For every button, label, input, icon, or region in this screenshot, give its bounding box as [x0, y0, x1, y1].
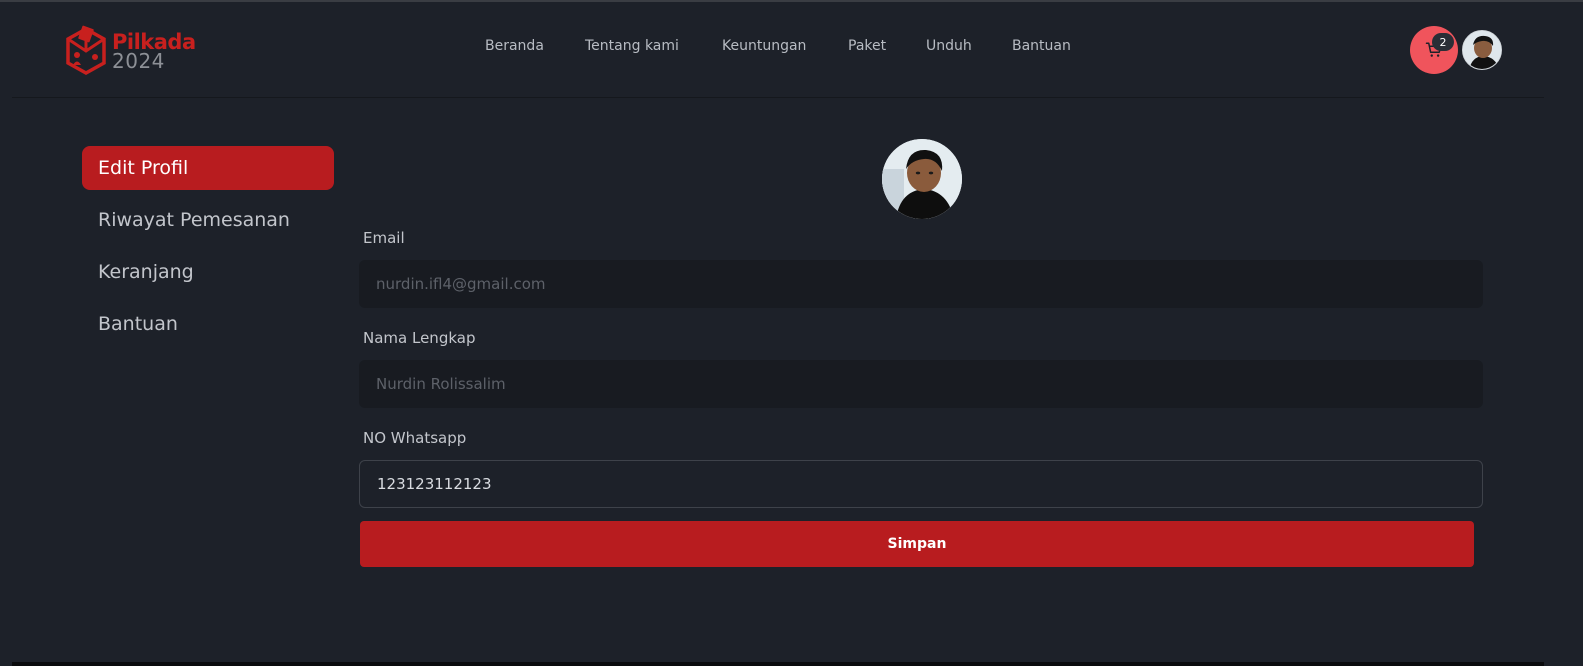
nav-link-keuntungan[interactable]: Keuntungan — [722, 38, 806, 54]
full-name-label: Nama Lengkap — [363, 329, 476, 347]
avatar-image — [1463, 31, 1501, 69]
nav-link-beranda[interactable]: Beranda — [485, 38, 544, 54]
profile-photo[interactable] — [882, 139, 962, 219]
nav-divider — [12, 97, 1544, 98]
profile-photo-image — [882, 139, 962, 219]
nav-link-bantuan[interactable]: Bantuan — [1012, 38, 1071, 54]
profile-sidebar: Edit Profil Riwayat Pemesanan Keranjang … — [82, 146, 334, 354]
whatsapp-label: NO Whatsapp — [363, 429, 467, 447]
nav-link-unduh[interactable]: Unduh — [926, 38, 972, 54]
email-field: nurdin.ifl4@gmail.com — [359, 260, 1483, 308]
nav-link-tentang-kami[interactable]: Tentang kami — [585, 38, 679, 54]
nav-link-paket[interactable]: Paket — [848, 38, 886, 54]
sidebar-item-riwayat-pemesanan[interactable]: Riwayat Pemesanan — [82, 198, 334, 242]
whatsapp-field[interactable]: 123123112123 — [359, 460, 1483, 508]
sidebar-item-keranjang[interactable]: Keranjang — [82, 250, 334, 294]
bottom-edge — [12, 662, 1544, 666]
sidebar-item-edit-profil[interactable]: Edit Profil — [82, 146, 334, 190]
cart-button[interactable] — [1410, 26, 1458, 74]
main-menu: Beranda Tentang kami Keuntungan Paket Un… — [0, 38, 1583, 62]
cart-count-badge: 2 — [1432, 33, 1454, 51]
save-button[interactable]: Simpan — [360, 521, 1474, 567]
full-name-field: Nurdin Rolissalim — [359, 360, 1483, 408]
navbar: Pilkada 2024 Beranda Tentang kami Keuntu… — [0, 2, 1583, 98]
email-label: Email — [363, 229, 405, 247]
sidebar-item-bantuan[interactable]: Bantuan — [82, 302, 334, 346]
user-avatar[interactable] — [1462, 30, 1502, 70]
